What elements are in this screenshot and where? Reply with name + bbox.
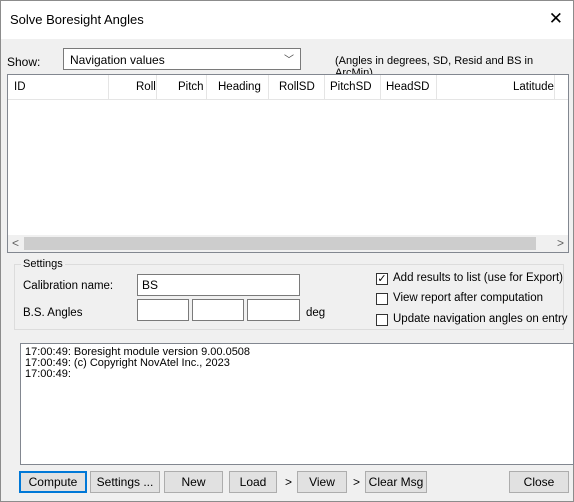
column-divider[interactable] xyxy=(108,75,109,99)
clear-msg-button[interactable]: Clear Msg xyxy=(365,471,427,493)
checkbox-box[interactable] xyxy=(376,314,388,326)
calibration-name-label: Calibration name: xyxy=(23,280,114,292)
column-divider[interactable] xyxy=(436,75,437,99)
solve-boresight-dialog: Solve Boresight Angles ✕ Show: Navigatio… xyxy=(0,0,574,502)
close-icon[interactable]: ✕ xyxy=(549,9,563,29)
view-button-label: View xyxy=(309,475,335,489)
title-bar: Solve Boresight Angles ✕ xyxy=(1,1,573,39)
column-divider[interactable] xyxy=(554,75,555,99)
results-list[interactable]: ID Roll Pitch Heading RollSD PitchSD Hea… xyxy=(7,74,569,253)
bs-angle-roll-field[interactable] xyxy=(137,299,189,321)
view-button[interactable]: View xyxy=(297,471,347,493)
view-report-checkbox[interactable] xyxy=(376,293,388,305)
log-line: 17:00:49: (c) Copyright NovAtel Inc., 20… xyxy=(25,357,230,369)
update-nav-angles-checkbox[interactable] xyxy=(376,314,388,326)
checkbox-box[interactable]: ✓ xyxy=(376,273,388,285)
scroll-left-icon[interactable]: < xyxy=(12,236,19,250)
view-report-label[interactable]: View report after computation xyxy=(393,292,543,304)
column-divider[interactable] xyxy=(156,75,157,99)
settings-group-label: Settings xyxy=(21,258,65,270)
column-headsd[interactable]: HeadSD xyxy=(386,81,429,93)
column-heading[interactable]: Heading xyxy=(218,81,261,93)
chevron-down-icon[interactable]: ﹀ xyxy=(284,51,294,66)
column-pitchsd[interactable]: PitchSD xyxy=(330,81,372,93)
column-rollsd[interactable]: RollSD xyxy=(279,81,315,93)
load-button[interactable]: Load xyxy=(229,471,277,493)
show-dropdown[interactable]: Navigation values ﹀ xyxy=(63,48,301,70)
column-latitude[interactable]: Latitude xyxy=(513,81,554,93)
list-header: ID Roll Pitch Heading RollSD PitchSD Hea… xyxy=(8,75,568,100)
column-divider[interactable] xyxy=(206,75,207,99)
update-nav-angles-label[interactable]: Update navigation angles on entry xyxy=(393,313,568,325)
checkbox-box[interactable] xyxy=(376,293,388,305)
message-log[interactable]: 17:00:49: Boresight module version 9.00.… xyxy=(20,343,574,465)
column-divider[interactable] xyxy=(268,75,269,99)
settings-button[interactable]: Settings ... xyxy=(90,471,160,493)
bs-angle-heading-field[interactable] xyxy=(247,299,300,321)
show-dropdown-value: Navigation values xyxy=(70,53,165,67)
view-more-icon[interactable]: > xyxy=(353,475,360,489)
show-label: Show: xyxy=(7,55,41,69)
scroll-right-icon[interactable]: > xyxy=(557,236,564,250)
calibration-name-field[interactable]: BS xyxy=(137,274,300,296)
log-line: 17:00:49: xyxy=(25,368,71,380)
bs-angles-unit: deg xyxy=(306,307,326,319)
column-divider[interactable] xyxy=(380,75,381,99)
column-divider[interactable] xyxy=(324,75,325,99)
compute-button[interactable]: Compute xyxy=(19,471,87,493)
column-pitch[interactable]: Pitch xyxy=(178,81,204,93)
close-button[interactable]: Close xyxy=(509,471,569,493)
column-id[interactable]: ID xyxy=(14,81,26,93)
new-button[interactable]: New xyxy=(164,471,223,493)
load-button-label: Load xyxy=(239,475,267,489)
bs-angles-label: B.S. Angles xyxy=(23,307,83,319)
horizontal-scrollbar[interactable]: < > xyxy=(8,235,568,252)
window-title: Solve Boresight Angles xyxy=(10,12,144,27)
column-roll[interactable]: Roll xyxy=(136,81,156,93)
load-more-icon[interactable]: > xyxy=(285,475,292,489)
scrollbar-thumb[interactable] xyxy=(24,237,536,250)
add-results-label[interactable]: Add results to list (use for Export) xyxy=(393,272,563,284)
add-results-checkbox[interactable]: ✓ xyxy=(376,273,388,285)
calibration-name-value: BS xyxy=(142,278,159,292)
bs-angle-pitch-field[interactable] xyxy=(192,299,244,321)
